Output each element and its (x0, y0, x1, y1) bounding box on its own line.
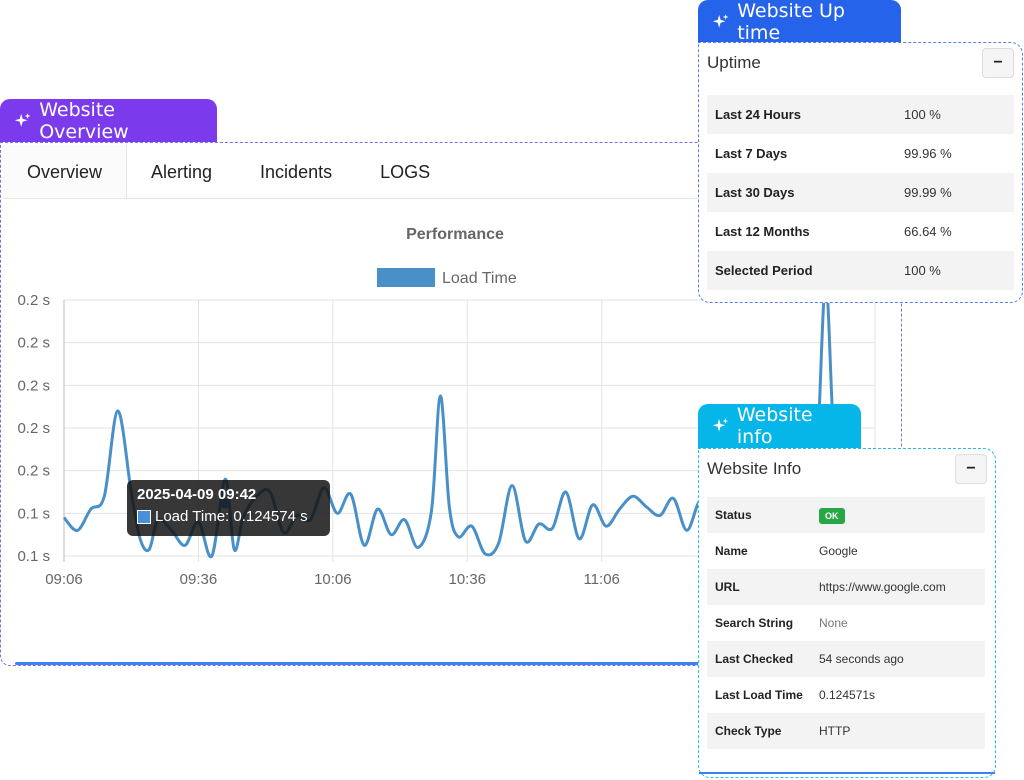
row-value: Google (819, 544, 858, 558)
table-row: Selected Period 100 % (707, 251, 1014, 290)
y-axis-ticks: 0.2 s 0.2 s 0.2 s 0.2 s 0.2 s 0.1 s 0.1 s (17, 292, 50, 565)
y-tick-label: 0.1 s (17, 548, 50, 565)
tab-logs[interactable]: LOGS (356, 145, 454, 198)
x-tick-label: 09:06 (45, 571, 83, 588)
row-label: Last Checked (715, 652, 794, 666)
website-overview-badge: Website Overview (0, 99, 217, 143)
row-value: 0.124571s (819, 688, 876, 702)
chart-tooltip: 2025-04-09 09:42 Load Time: 0.124574 s (127, 480, 330, 536)
table-row: Status OK (707, 497, 985, 533)
table-row: Last 12 Months 66.64 % (707, 212, 1014, 251)
y-tick-label: 0.2 s (17, 420, 50, 437)
table-row: Last 24 Hours 100 % (707, 95, 1014, 134)
info-table: Status OK Name Google URL https://www.googl… (707, 497, 985, 749)
website-uptime-label: Website Up time (737, 0, 845, 44)
y-tick-label: 0.1 s (17, 505, 50, 522)
row-label: URL (715, 580, 740, 594)
row-label: Last 12 Months (715, 224, 810, 239)
legend-label[interactable]: Load Time (442, 270, 517, 287)
website-info-badge: Website info (698, 404, 861, 448)
sparkle-icon (712, 14, 729, 28)
row-value: https://www.google.com (819, 580, 946, 594)
website-overview-label: Website Overview (39, 99, 129, 143)
tooltip-swatch (137, 509, 151, 524)
row-label: Last 7 Days (715, 146, 788, 161)
uptime-collapse-button[interactable]: − (982, 48, 1014, 78)
table-row: Name Google (707, 533, 985, 569)
row-label: Status (715, 508, 752, 522)
tooltip-text: Load Time: 0.124574 s (155, 508, 308, 525)
sparkle-icon (712, 418, 729, 432)
status-badge: OK (819, 508, 845, 524)
table-row: Last Checked 54 seconds ago (707, 641, 985, 677)
uptime-title: Uptime (707, 53, 761, 72)
legend-swatch[interactable] (377, 268, 435, 287)
website-info-label: Website info (736, 404, 813, 448)
row-label: Last Load Time (715, 688, 803, 702)
x-tick-label: 09:36 (180, 571, 218, 588)
tab-overview[interactable]: Overview (3, 145, 128, 198)
sparkle-icon (14, 113, 31, 127)
x-tick-label: 10:06 (314, 571, 352, 588)
y-tick-label: 0.2 s (17, 463, 50, 480)
row-value: 99.96 % (904, 146, 952, 161)
y-tick-label: 0.2 s (17, 335, 50, 352)
y-tick-label: 0.2 s (17, 292, 50, 309)
website-uptime-badge: Website Up time (698, 0, 901, 44)
table-row: Search String None (707, 605, 985, 641)
info-collapse-button[interactable]: − (955, 454, 987, 484)
x-tick-label: 11:06 (583, 571, 619, 588)
overview-tabs: Overview Alerting Incidents LOGS (3, 145, 701, 199)
info-bottom-line (699, 772, 995, 774)
row-value: HTTP (819, 724, 851, 738)
tab-alerting[interactable]: Alerting (127, 145, 236, 198)
info-title: Website Info (707, 459, 802, 478)
table-row: Last 7 Days 99.96 % (707, 134, 1014, 173)
tooltip-title: 2025-04-09 09:42 (137, 486, 257, 503)
row-value: 66.64 % (904, 224, 952, 239)
row-label: Selected Period (715, 263, 813, 278)
table-row: URL https://www.google.com (707, 569, 985, 605)
table-row: Last Load Time 0.124571s (707, 677, 985, 713)
tab-incidents[interactable]: Incidents (236, 145, 356, 198)
row-label: Name (715, 544, 748, 558)
row-value: 100 % (904, 107, 941, 122)
row-value: 100 % (904, 263, 941, 278)
y-tick-label: 0.2 s (17, 377, 50, 394)
card-bottom-bar (15, 662, 701, 665)
table-row: Check Type HTTP (707, 713, 985, 749)
table-row: Last 30 Days 99.99 % (707, 173, 1014, 212)
row-value: 54 seconds ago (819, 652, 904, 666)
x-tick-label: 10:36 (448, 571, 486, 588)
row-label: Check Type (715, 724, 782, 738)
info-header: Website Info − (699, 449, 995, 489)
x-axis-ticks: 09:06 09:36 10:06 10:36 11:06 (45, 571, 620, 588)
uptime-table: Last 24 Hours 100 % Last 7 Days 99.96 % La… (707, 95, 1014, 290)
row-label: Last 30 Days (715, 185, 795, 200)
row-label: Last 24 Hours (715, 107, 801, 122)
uptime-panel: Uptime − Last 24 Hours 100 % Last 7 Days 9… (698, 42, 1023, 303)
uptime-header: Uptime − (699, 43, 1022, 83)
tooltip-row: Load Time: 0.124574 s (137, 508, 320, 525)
chart-title: Performance (406, 226, 504, 243)
row-value: None (819, 616, 848, 630)
row-label: Search String (715, 616, 794, 630)
info-panel: Website Info − Status OK Name Google URL ht… (698, 448, 996, 778)
row-value: 99.99 % (904, 185, 952, 200)
